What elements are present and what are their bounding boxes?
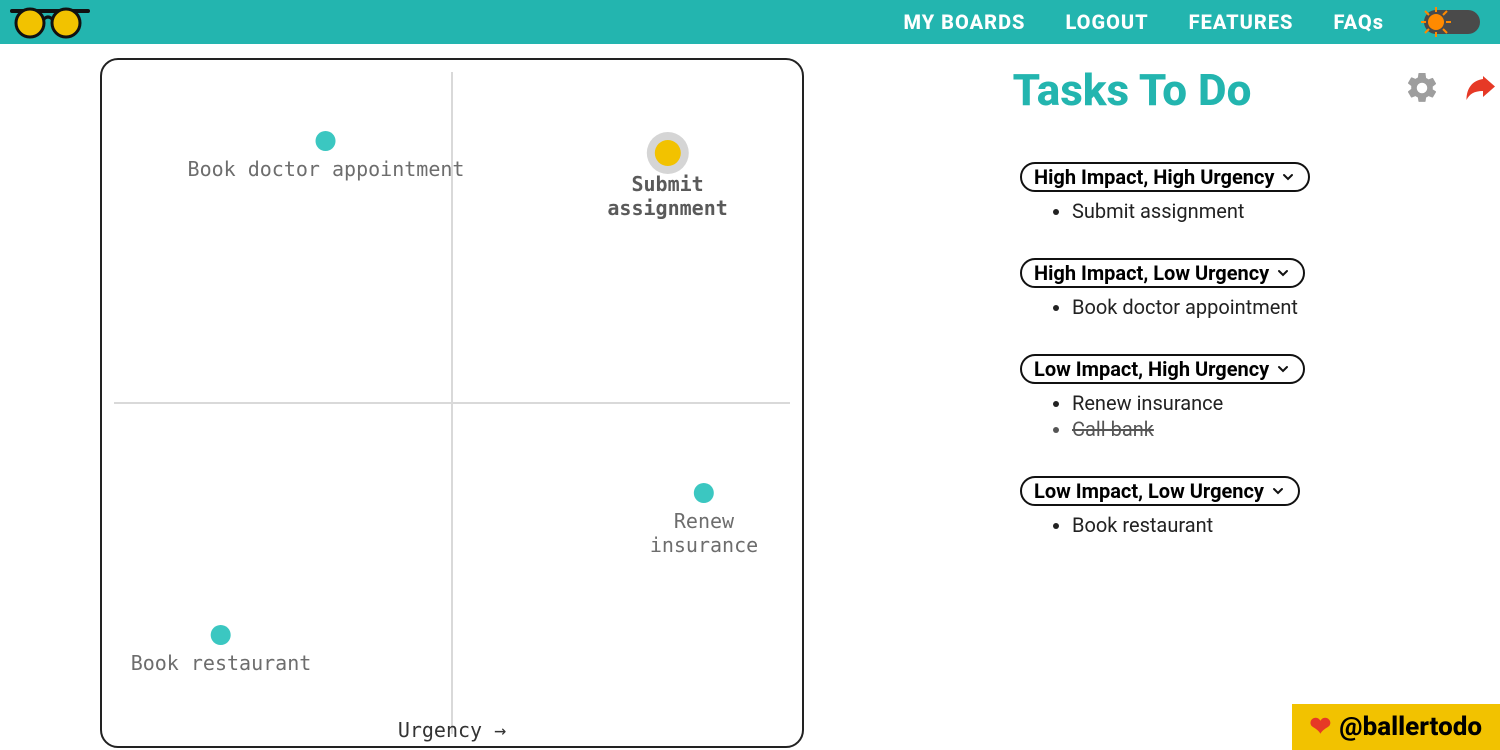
nav-link-my-boards[interactable]: MY BOARDS: [903, 10, 1025, 34]
task-groups: High Impact, High Urgency Submit assignme…: [880, 162, 1500, 538]
heart-icon: ❤: [1310, 712, 1332, 742]
share-arrow-icon: [1460, 70, 1500, 106]
task-item[interactable]: Book doctor appointment: [1072, 294, 1500, 320]
matrix-node-renew[interactable]: Renew insurance: [650, 483, 758, 557]
group-item-list: Book doctor appointment: [1020, 294, 1500, 320]
matrix-node-dot: [694, 483, 714, 503]
group-header-pill[interactable]: Low Impact, Low Urgency: [1020, 476, 1300, 506]
task-group: Low Impact, High Urgency Renew insuranceC…: [1020, 354, 1500, 442]
group-header-pill[interactable]: Low Impact, High Urgency: [1020, 354, 1305, 384]
matrix-node-label: Book doctor appointment: [188, 157, 465, 181]
task-item[interactable]: Submit assignment: [1072, 198, 1500, 224]
matrix-node-rest[interactable]: Book restaurant: [131, 625, 312, 675]
footer-handle-badge[interactable]: ❤ @ballertodo: [1292, 704, 1500, 750]
logo-sunglasses-icon[interactable]: [8, 5, 92, 39]
panel-header: Tasks To Do: [880, 64, 1500, 116]
matrix-node-label: Submit assignment: [600, 172, 734, 220]
settings-button[interactable]: [1404, 70, 1440, 110]
matrix-node-label: Renew insurance: [650, 509, 758, 557]
gear-icon: [1404, 70, 1440, 106]
matrix-axis-horizontal: [114, 402, 790, 404]
matrix-node-dot: [655, 140, 681, 166]
group-header-label: High Impact, High Urgency: [1034, 165, 1274, 189]
nav-link-faqs[interactable]: FAQs: [1333, 10, 1384, 34]
chevron-down-icon: [1275, 265, 1291, 281]
matrix-node-dot: [316, 131, 336, 151]
nav-link-features[interactable]: FEATURES: [1189, 10, 1294, 34]
task-group: Low Impact, Low Urgency Book restaurant: [1020, 476, 1500, 538]
matrix-node-doctor[interactable]: Book doctor appointment: [188, 131, 465, 181]
footer-handle-text: @ballertodo: [1339, 712, 1482, 742]
x-axis-label: Urgency →: [398, 718, 506, 742]
matrix-node-submit[interactable]: Submit assignment: [600, 140, 734, 220]
group-item-list: Submit assignment: [1020, 198, 1500, 224]
task-group: High Impact, Low Urgency Book doctor appo…: [1020, 258, 1500, 320]
task-item[interactable]: Renew insurance: [1072, 390, 1500, 416]
chevron-down-icon: [1280, 169, 1296, 185]
sun-icon: [1420, 6, 1452, 38]
chevron-down-icon: [1275, 361, 1291, 377]
matrix-node-label: Book restaurant: [131, 651, 312, 675]
group-item-list: Book restaurant: [1020, 512, 1500, 538]
task-item[interactable]: Book restaurant: [1072, 512, 1500, 538]
task-item[interactable]: Call bank: [1072, 416, 1500, 442]
group-header-label: Low Impact, Low Urgency: [1034, 479, 1264, 503]
top-nav: MY BOARDS LOGOUT FEATURES FAQs: [0, 0, 1500, 44]
nav-link-logout[interactable]: LOGOUT: [1065, 10, 1148, 34]
task-group: High Impact, High Urgency Submit assignme…: [1020, 162, 1500, 224]
matrix-node-dot: [211, 625, 231, 645]
group-item-list: Renew insuranceCall bank: [1020, 390, 1500, 442]
panel-title: Tasks To Do: [880, 64, 1384, 116]
chevron-down-icon: [1270, 483, 1286, 499]
group-header-label: Low Impact, High Urgency: [1034, 357, 1269, 381]
group-header-label: High Impact, Low Urgency: [1034, 261, 1269, 285]
share-button[interactable]: [1460, 70, 1500, 110]
theme-toggle[interactable]: [1424, 10, 1480, 34]
priority-matrix[interactable]: Urgency → Submit assignment Book doctor a…: [100, 58, 804, 748]
group-header-pill[interactable]: High Impact, High Urgency: [1020, 162, 1310, 192]
group-header-pill[interactable]: High Impact, Low Urgency: [1020, 258, 1305, 288]
